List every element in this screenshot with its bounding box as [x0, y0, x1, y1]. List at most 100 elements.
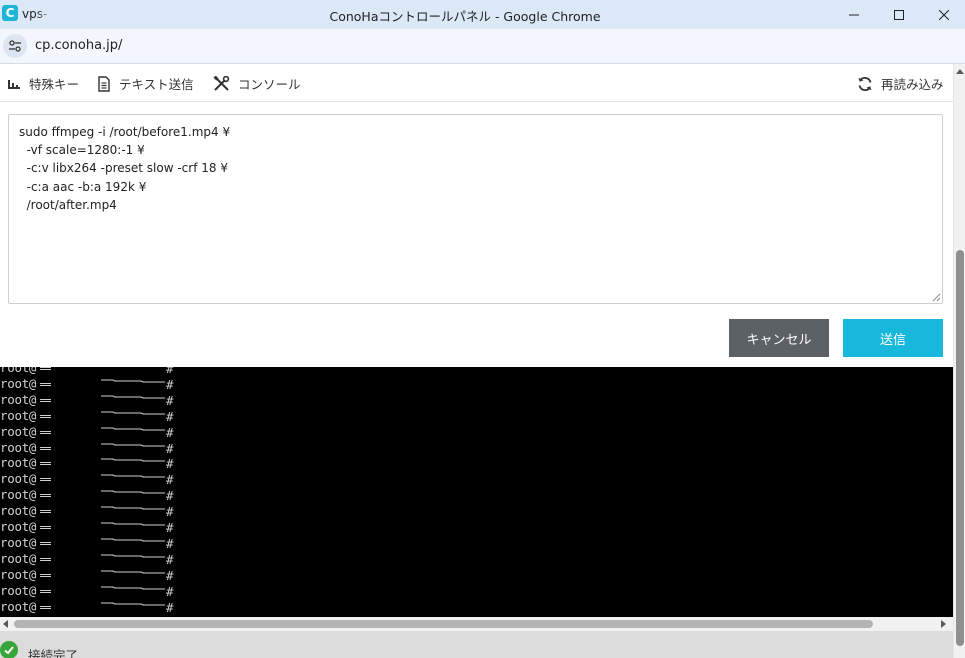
- terminal-prompt-user: root@: [0, 503, 37, 519]
- maximize-button[interactable]: [876, 0, 922, 29]
- terminal-path-redacted: [101, 427, 165, 431]
- terminal-path-redacted: [101, 602, 165, 605]
- terminal-path-redacted: [101, 522, 165, 526]
- horizontal-scrollbar[interactable]: [0, 617, 953, 631]
- terminal-path-redacted: [101, 367, 165, 369]
- vertical-scroll-thumb[interactable]: [956, 250, 964, 646]
- terminal-path-redacted: [101, 474, 165, 478]
- terminal-line: root@ #: [0, 487, 953, 503]
- terminal-prompt-hash: #: [166, 472, 174, 488]
- terminal-line: root@ #: [0, 567, 953, 583]
- terminal-hostname-redacted: [40, 478, 51, 482]
- terminal-hostname-redacted: [40, 462, 51, 466]
- terminal-hostname-redacted: [40, 367, 51, 370]
- terminal-prompt-hash: #: [166, 599, 174, 615]
- terminal-prompt-hash: #: [166, 408, 174, 424]
- terminal-prompt-user: root@: [0, 439, 37, 455]
- terminal-hostname-redacted: [40, 557, 51, 561]
- close-button[interactable]: [921, 0, 965, 29]
- text-send-button[interactable]: テキスト送信: [97, 74, 194, 93]
- status-bar: 接続完了: [0, 631, 953, 658]
- terminal-line: root@ #: [0, 503, 953, 519]
- special-keys-label: 特殊キー: [29, 77, 80, 92]
- terminal-path-redacted: [101, 458, 165, 462]
- terminal-prompt-hash: #: [166, 488, 174, 504]
- terminal-prompt-user: root@: [0, 550, 37, 566]
- reload-button[interactable]: 再読み込み: [857, 74, 944, 93]
- site-info-button[interactable]: [3, 34, 27, 58]
- terminal-line: root@ #: [0, 455, 953, 471]
- terminal-hostname-redacted: [40, 446, 51, 450]
- terminal-path-redacted: [101, 443, 165, 446]
- window-title: ConoHaコントロールパネル - Google Chrome: [329, 9, 601, 24]
- connection-status: 接続完了: [28, 648, 79, 658]
- scroll-right-arrow-icon[interactable]: [941, 620, 946, 628]
- check-circle-icon: [0, 641, 18, 658]
- console-toolbar: 特殊キー テキスト送信 コンソール 再読み込み: [0, 64, 953, 102]
- terminal-line: root@ #: [0, 392, 953, 408]
- terminal-line: root@ #: [0, 376, 953, 392]
- terminal-prompt-user: root@: [0, 534, 37, 550]
- resize-grip-icon[interactable]: [932, 293, 941, 302]
- text-send-content[interactable]: sudo ffmpeg -i /root/before1.mp4 ¥ -vf s…: [9, 115, 942, 303]
- horizontal-scroll-thumb[interactable]: [14, 620, 873, 628]
- terminal-screen[interactable]: root@ # root@ # root@ # root@ # root@ # root@ # root…: [0, 367, 953, 617]
- terminal-path-redacted: [101, 506, 165, 510]
- title-bar: C vps- ConoHaコントロールパネル - Google Chrome: [0, 0, 965, 29]
- terminal-prompt-user: root@: [0, 566, 37, 582]
- terminal-prompt-hash: #: [166, 440, 174, 456]
- maximize-icon: [894, 9, 904, 20]
- text-send-textarea[interactable]: sudo ffmpeg -i /root/before1.mp4 ¥ -vf s…: [8, 114, 943, 304]
- minimize-icon: [849, 14, 859, 15]
- scroll-left-arrow-icon[interactable]: [3, 620, 8, 628]
- terminal-path-redacted: [101, 411, 165, 415]
- cancel-button[interactable]: キャンセル: [729, 319, 829, 357]
- terminal-prompt-user: root@: [0, 519, 37, 534]
- tools-icon: [213, 75, 230, 91]
- terminal-prompt-user: root@: [0, 367, 37, 375]
- terminal-prompt-hash: #: [166, 504, 174, 520]
- terminal-line: root@ #: [0, 408, 953, 424]
- close-icon: [939, 9, 949, 20]
- terminal-path-redacted: [101, 586, 165, 590]
- console-label: コンソール: [238, 77, 301, 92]
- terminal-path-redacted: [101, 554, 165, 558]
- terminal-prompt-user: root@: [0, 471, 37, 487]
- terminal-line: root@ #: [0, 440, 953, 456]
- terminal-hostname-redacted: [40, 382, 51, 386]
- terminal-hostname-redacted: [40, 589, 51, 593]
- terminal-hostname-redacted: [40, 398, 51, 402]
- console-button[interactable]: コンソール: [213, 74, 301, 93]
- send-button[interactable]: 送信: [843, 319, 943, 357]
- reload-label: 再読み込み: [881, 77, 944, 92]
- terminal-hostname-redacted: [40, 430, 51, 434]
- tune-icon: [9, 40, 21, 52]
- terminal-hostname-redacted: [40, 526, 51, 529]
- special-keys-button[interactable]: 特殊キー: [7, 74, 79, 93]
- document-icon: [98, 75, 110, 92]
- console-page: 特殊キー テキスト送信 コンソール 再読み込み sudo ffmpeg -i /…: [0, 64, 953, 658]
- terminal-path-redacted: [101, 395, 165, 399]
- terminal-path-redacted: [101, 379, 165, 383]
- minimize-button[interactable]: [831, 0, 877, 29]
- terminal-prompt-user: root@: [0, 407, 37, 423]
- terminal-prompt-hash: #: [166, 535, 174, 551]
- terminal-hostname-redacted: [40, 494, 51, 498]
- terminal-hostname-redacted: [40, 573, 51, 577]
- terminal-hostname-redacted: [40, 414, 51, 418]
- terminal-prompt-hash: #: [166, 567, 174, 583]
- terminal-line: root@ #: [0, 599, 953, 615]
- terminal-prompt-user: root@: [0, 455, 37, 471]
- terminal-line: root@ #: [0, 367, 953, 376]
- terminal-line: root@ #: [0, 583, 953, 599]
- vertical-scrollbar[interactable]: [953, 64, 965, 658]
- terminal-path-redacted: [101, 490, 165, 494]
- url-text[interactable]: cp.conoha.jp/: [35, 38, 122, 53]
- terminal-prompt-hash: #: [166, 456, 174, 472]
- terminal-hostname-redacted: [40, 541, 51, 545]
- scroll-up-arrow-icon[interactable]: [956, 69, 964, 74]
- terminal-prompt-hash: #: [166, 392, 174, 408]
- keyboard-icon: [8, 79, 20, 89]
- terminal-hostname-redacted: [40, 510, 51, 514]
- address-bar: cp.conoha.jp/: [0, 29, 965, 64]
